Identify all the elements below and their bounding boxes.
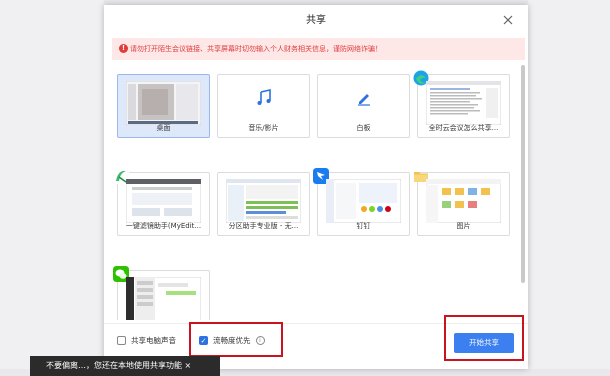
tile-label: 全时云会议怎么共享... [428,124,499,132]
tile-partition-window[interactable]: 分区助手专业版 - 无... [217,172,310,236]
tile-label: 图片 [456,222,471,230]
dingtalk-window-thumbnail [326,179,401,223]
toast-notification: 不要偏离…，您还在本地使用共享功能 × [30,356,220,376]
highlight-box-smooth [189,322,283,357]
browser-window-thumbnail [426,81,501,125]
alert-icon: ! [119,44,128,53]
tile-label: 音乐/影片 [248,124,279,132]
pen-icon [318,89,409,111]
folder-window-thumbnail [426,179,501,223]
warning-banner: ! 请勿打开陌生会议链接、共享屏幕时切勿输入个人财务相关信息，谨防网络诈骗！ [112,38,525,60]
dialog-title: 共享 [306,15,326,26]
partition-window-thumbnail [226,179,301,223]
share-audio-option[interactable]: 共享电脑声音 [117,335,176,346]
tile-label: 白板 [356,124,371,132]
tile-myedit-window[interactable]: 一键滤镜助手(MyEdit... [113,168,210,236]
tile-label: 一键滤镜助手(MyEdit... [125,222,202,230]
scrollbar[interactable] [521,65,525,283]
desktop-thumbnail [126,81,201,125]
tile-wechat-window[interactable] [113,266,210,320]
wechat-window-thumbnail [126,277,201,320]
background-right [528,0,610,369]
tile-pictures-folder[interactable]: 图片 [414,172,510,236]
background-left [0,0,104,369]
close-icon[interactable] [502,14,514,26]
music-note-icon [218,89,309,111]
tile-label: 钉钉 [356,222,371,230]
tile-desktop[interactable]: 桌面 [117,74,210,138]
tile-browser-window[interactable]: 全时云会议怎么共享... [413,70,510,138]
tile-whiteboard[interactable]: 白板 [317,74,410,138]
share-audio-checkbox[interactable] [117,336,126,345]
warning-text: 请勿打开陌生会议链接、共享屏幕时切勿输入个人财务相关信息，谨防网络诈骗！ [130,45,382,53]
share-source-grid: 桌面 音乐/影片 白板 全时云会议怎么共享... 一键滤镜助手(MyEdit..… [104,60,528,320]
tile-dingtalk-window[interactable]: 钉钉 [313,168,410,236]
share-audio-label: 共享电脑声音 [131,336,176,345]
highlight-box-start [444,315,524,361]
myedit-window-thumbnail [126,179,201,223]
tile-music-video[interactable]: 音乐/影片 [217,74,310,138]
tile-label: 分区助手专业版 - 无... [228,222,299,230]
tile-label: 桌面 [156,124,171,132]
